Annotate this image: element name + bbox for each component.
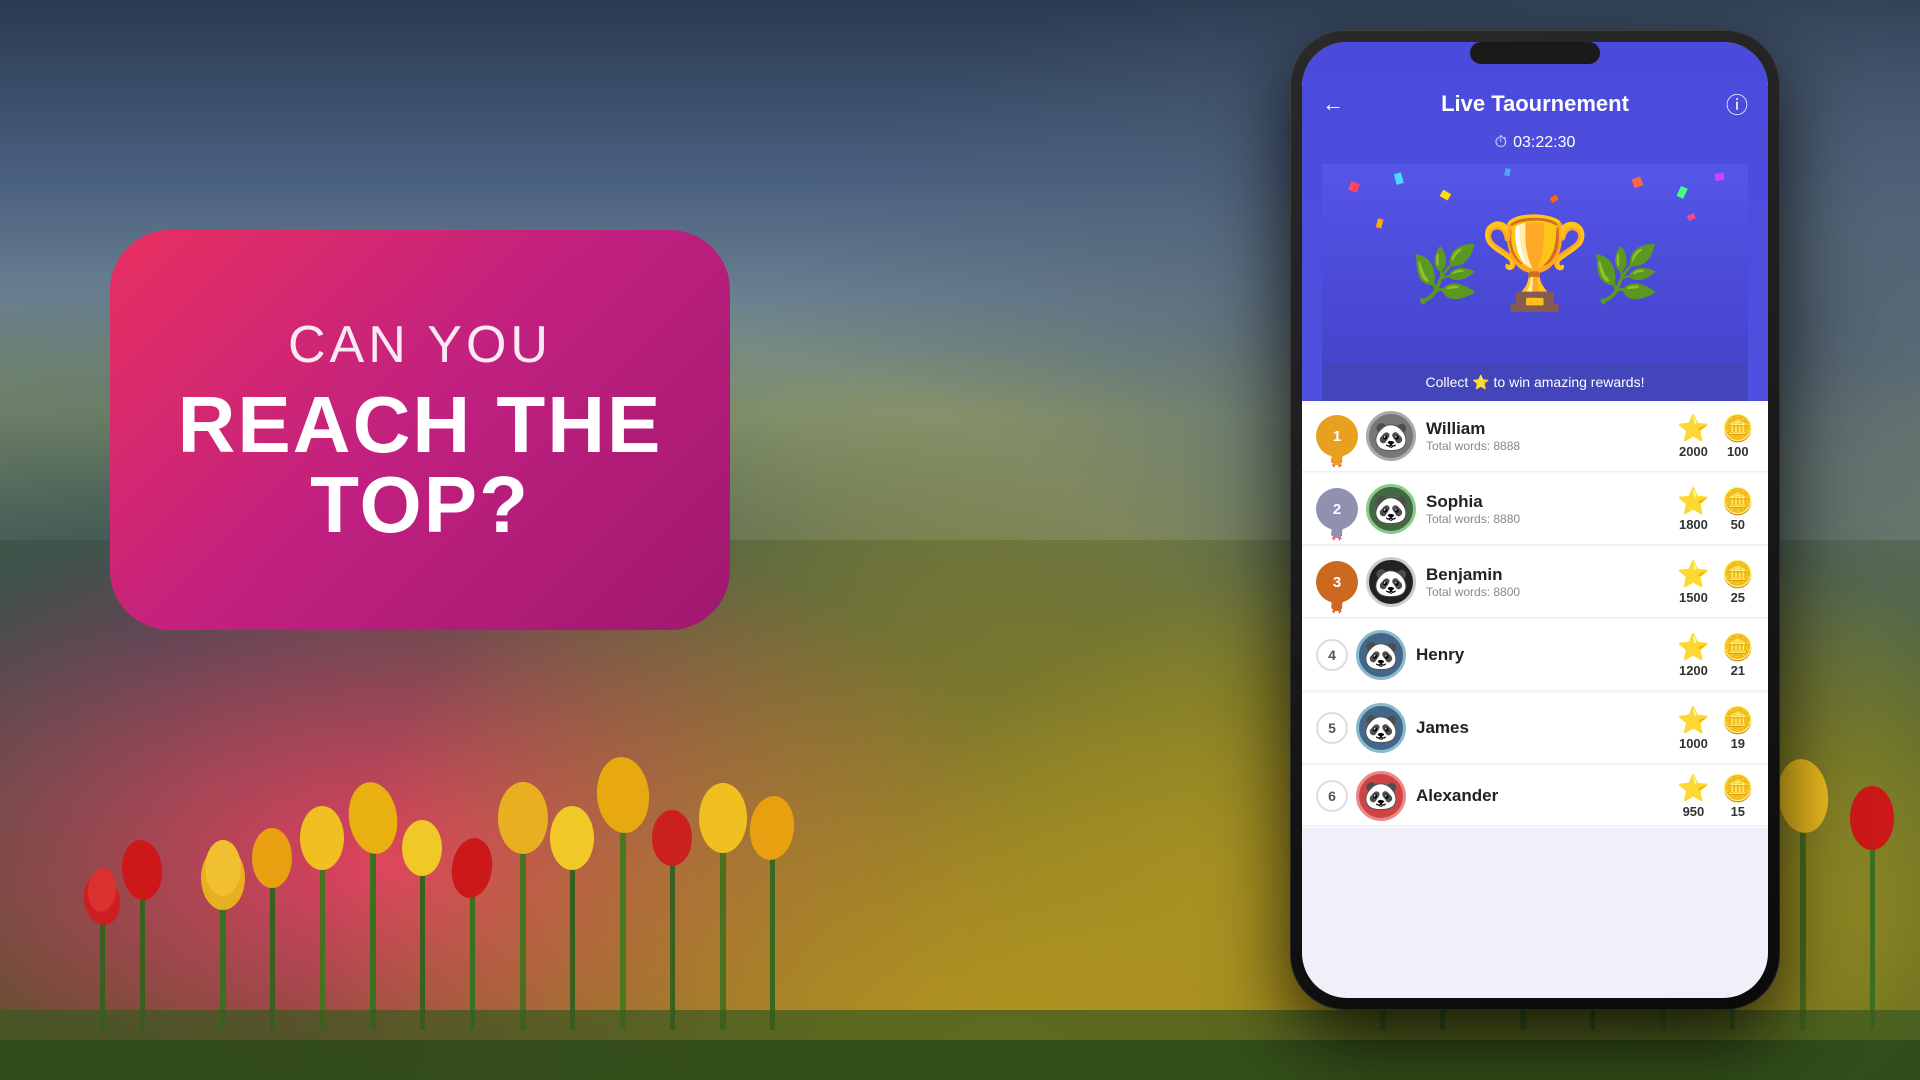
leaderboard-list: 1 🎀 🐼 William Total words: 8888 ⭐ 2000 🪙	[1302, 401, 1768, 828]
player-info-5: James	[1416, 718, 1677, 738]
app-header: ← Live Taournement ⓘ ⏱ 03:22:30	[1302, 42, 1768, 401]
player-info-3: Benjamin Total words: 8800	[1426, 565, 1677, 599]
collect-banner: Collect ⭐ to win amazing rewards!	[1322, 364, 1748, 401]
star-count-5: 1000	[1679, 736, 1708, 751]
star-icon-5: ⭐	[1677, 705, 1709, 736]
trophy-area: 🌿 🏆 🌿	[1322, 164, 1748, 364]
star-score-5: ⭐ 1000	[1677, 705, 1709, 751]
star-score-1: ⭐ 2000	[1677, 413, 1709, 459]
coin-icon-6: 🪙	[1722, 773, 1754, 804]
coin-icon-3: 🪙	[1722, 559, 1754, 590]
coin-count-2: 50	[1731, 517, 1745, 532]
info-button[interactable]: ⓘ	[1726, 88, 1748, 120]
star-score-6: ⭐ 950	[1677, 773, 1709, 819]
avatar-6: 🐼	[1356, 771, 1406, 821]
star-count-2: 1800	[1679, 517, 1708, 532]
player-name-2: Sophia	[1426, 492, 1677, 512]
player-name-1: William	[1426, 419, 1677, 439]
coin-count-5: 19	[1731, 736, 1745, 751]
trophy-icon: 🏆	[1479, 219, 1591, 309]
laurel-right: 🌿	[1591, 242, 1659, 307]
leaderboard-row: 4 🐼 Henry ⭐ 1200 🪙 21	[1302, 620, 1768, 691]
star-count-1: 2000	[1679, 444, 1708, 459]
phone-screen: ← Live Taournement ⓘ ⏱ 03:22:30	[1302, 42, 1768, 998]
timer-display: ⏱ 03:22:30	[1322, 128, 1748, 164]
rank-number-3: 3	[1333, 574, 1341, 591]
star-count-3: 1500	[1679, 590, 1708, 605]
timer-value: 03:22:30	[1513, 134, 1575, 152]
avatar-1: 🐼	[1366, 411, 1416, 461]
player-words-1: Total words: 8888	[1426, 439, 1677, 453]
star-count-6: 950	[1683, 804, 1705, 819]
avatar-5: 🐼	[1356, 703, 1406, 753]
rank-num-4: 4	[1316, 639, 1348, 671]
player-name-4: Henry	[1416, 645, 1677, 665]
promo-line2: REACH THE	[178, 385, 663, 465]
coin-stack-5: 🪙 19	[1722, 705, 1754, 751]
star-icon-4: ⭐	[1677, 632, 1709, 663]
rank-medal-3: 3 🎀	[1316, 561, 1358, 603]
coin-count-3: 25	[1731, 590, 1745, 605]
avatar-4: 🐼	[1356, 630, 1406, 680]
promo-line1: CAN YOU	[288, 315, 552, 375]
leaderboard-row: 5 🐼 James ⭐ 1000 🪙 19	[1302, 693, 1768, 764]
avatar-2: 🐼	[1366, 484, 1416, 534]
coin-icon-5: 🪙	[1722, 705, 1754, 736]
coin-stack-2: 🪙 50	[1722, 486, 1754, 532]
promo-line3: TOP?	[310, 465, 530, 545]
laurel-left: 🌿	[1410, 242, 1478, 307]
timer-icon: ⏱	[1495, 134, 1507, 152]
coin-icon-1: 🪙	[1722, 413, 1754, 444]
star-icon-3: ⭐	[1677, 559, 1709, 590]
player-name-5: James	[1416, 718, 1677, 738]
star-icon-2: ⭐	[1677, 486, 1709, 517]
promo-box: CAN YOU REACH THE TOP?	[110, 230, 730, 630]
player-words-2: Total words: 8880	[1426, 512, 1677, 526]
player-info-6: Alexander	[1416, 786, 1677, 806]
phone-notch	[1470, 42, 1600, 64]
coin-stack-4: 🪙 21	[1722, 632, 1754, 678]
rank-number-2: 2	[1333, 501, 1341, 518]
player-name-6: Alexander	[1416, 786, 1677, 806]
avatar-3: 🐼	[1366, 557, 1416, 607]
coin-icon-4: 🪙	[1722, 632, 1754, 663]
medal-ribbon-2: 🎀	[1331, 531, 1343, 542]
leaderboard-row: 1 🎀 🐼 William Total words: 8888 ⭐ 2000 🪙	[1302, 401, 1768, 472]
star-score-3: ⭐ 1500	[1677, 559, 1709, 605]
coin-stack-3: 🪙 25	[1722, 559, 1754, 605]
leaderboard-row: 6 🐼 Alexander ⭐ 950 🪙 15	[1302, 766, 1768, 826]
rank-num-5: 5	[1316, 712, 1348, 744]
phone-device: ← Live Taournement ⓘ ⏱ 03:22:30	[1290, 30, 1780, 1050]
app-title: Live Taournement	[1441, 91, 1629, 117]
rank-medal-1: 1 🎀	[1316, 415, 1358, 457]
medal-ribbon-1: 🎀	[1331, 458, 1343, 469]
medal-ribbon-3: 🎀	[1331, 604, 1343, 615]
coin-count-6: 15	[1731, 804, 1745, 819]
star-icon-6: ⭐	[1677, 773, 1709, 804]
leaderboard-row: 3 🎀 🐼 Benjamin Total words: 8800 ⭐ 1500 …	[1302, 547, 1768, 618]
coin-stack-6: 🪙 15	[1722, 773, 1754, 819]
rank-num-6: 6	[1316, 780, 1348, 812]
rank-number-1: 1	[1333, 428, 1341, 445]
coin-stack-1: 🪙 100	[1722, 413, 1754, 459]
app-nav: ← Live Taournement ⓘ	[1322, 60, 1748, 128]
coin-count-1: 100	[1727, 444, 1749, 459]
star-score-4: ⭐ 1200	[1677, 632, 1709, 678]
player-info-1: William Total words: 8888	[1426, 419, 1677, 453]
player-info-2: Sophia Total words: 8880	[1426, 492, 1677, 526]
player-words-3: Total words: 8800	[1426, 585, 1677, 599]
back-button[interactable]: ←	[1322, 91, 1344, 117]
coin-icon-2: 🪙	[1722, 486, 1754, 517]
rank-medal-2: 2 🎀	[1316, 488, 1358, 530]
leaderboard-row: 2 🎀 🐼 Sophia Total words: 8880 ⭐ 1800 🪙	[1302, 474, 1768, 545]
phone-frame: ← Live Taournement ⓘ ⏱ 03:22:30	[1290, 30, 1780, 1010]
star-count-4: 1200	[1679, 663, 1708, 678]
player-info-4: Henry	[1416, 645, 1677, 665]
star-icon-1: ⭐	[1677, 413, 1709, 444]
coin-count-4: 21	[1731, 663, 1745, 678]
player-name-3: Benjamin	[1426, 565, 1677, 585]
star-score-2: ⭐ 1800	[1677, 486, 1709, 532]
